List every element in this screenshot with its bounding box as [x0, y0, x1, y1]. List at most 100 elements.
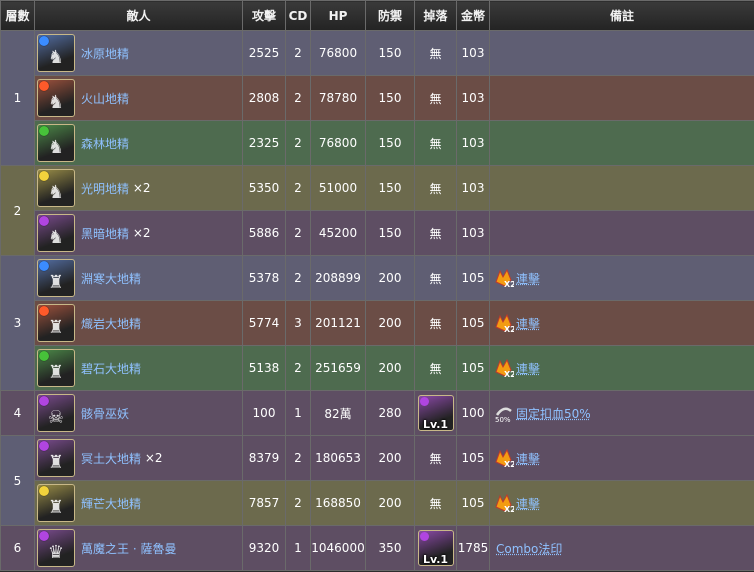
svg-text:X2: X2: [504, 280, 514, 288]
note-cell: X2 連擊: [489, 480, 754, 526]
defense-cell: 150: [365, 210, 415, 256]
monster-glyph: ☠: [47, 407, 65, 428]
floor-cell: 1: [0, 30, 35, 166]
hp-cell: 76800: [310, 30, 366, 76]
attribute-dark-icon: [39, 441, 49, 451]
note-link[interactable]: Combo法印: [496, 542, 562, 556]
gold-cell: 105: [456, 480, 490, 526]
monster-glyph: ♜: [47, 452, 65, 473]
table-row: ♞ 黑暗地精 ×2 5886 2 45200 150 無 103: [0, 210, 754, 256]
great-goblin-fire-icon[interactable]: ♜: [37, 304, 75, 342]
attribute-earth-icon: [39, 126, 49, 136]
enemy-name-link[interactable]: 熾岩大地精: [81, 317, 141, 331]
note-cell: Combo法印: [489, 525, 754, 571]
enemy-name-link[interactable]: 冥土大地精: [81, 452, 141, 466]
floor-cell: 6: [0, 525, 35, 571]
combo-x2-icon: X2: [494, 493, 516, 514]
table-row: 3 ♜ 淵寒大地精 5378 2 208899 200 無 105 X2 連擊: [0, 255, 754, 391]
drop-cell: 無: [414, 255, 457, 301]
cd-cell: 1: [285, 390, 311, 436]
attack-cell: 9320: [242, 525, 286, 571]
enemy-name-link[interactable]: 淵寒大地精: [81, 272, 141, 286]
note-link[interactable]: 固定扣血50%: [516, 407, 591, 421]
enemy-name-link[interactable]: 火山地精: [81, 92, 129, 106]
combo-x2-icon: X2: [494, 268, 516, 289]
note-link[interactable]: 連擊: [516, 272, 540, 286]
note-link[interactable]: 連擊: [516, 362, 540, 376]
cd-cell: 2: [285, 255, 311, 301]
stage-enemy-table: 層數 敵人 攻擊 CD HP 防禦 掉落 金幣 備註 1 ♞ 冰原地精 2525 2 76…: [0, 0, 754, 571]
defense-cell: 200: [365, 345, 415, 391]
great-goblin-earth-icon[interactable]: ♜: [37, 349, 75, 387]
hp-cell: 82萬: [310, 390, 366, 436]
drop-cell: 無: [414, 165, 457, 211]
enemy-name-link[interactable]: 骸骨巫妖: [81, 407, 129, 421]
enemy-name-link[interactable]: 森林地精: [81, 137, 129, 151]
enemy-name-link[interactable]: 萬魔之王 · 薩魯曼: [81, 542, 176, 556]
header-cd: CD: [285, 0, 311, 31]
note-link[interactable]: 連擊: [516, 497, 540, 511]
monster-glyph: ♞: [47, 182, 65, 203]
enemy-cell: ♞ 森林地精: [34, 120, 243, 166]
attack-cell: 5138: [242, 345, 286, 391]
cd-cell: 2: [285, 165, 311, 211]
saruman-drop-icon[interactable]: Lv.1: [417, 530, 454, 566]
goblin-light-icon[interactable]: ♞: [37, 169, 75, 207]
great-goblin-water-icon[interactable]: ♜: [37, 259, 75, 297]
attribute-dark-icon: [39, 396, 49, 406]
cd-cell: 2: [285, 435, 311, 481]
saruman-icon[interactable]: ♛: [37, 529, 75, 567]
table-row: 5 ♜ 冥土大地精 ×2 8379 2 180653 200 無 105 X2 連擊: [0, 435, 754, 526]
goblin-water-icon[interactable]: ♞: [37, 34, 75, 72]
lich-icon[interactable]: ☠: [37, 394, 75, 432]
enemy-cell: ♜ 熾岩大地精: [34, 300, 243, 346]
note-link[interactable]: 連擊: [516, 317, 540, 331]
note-link[interactable]: 連擊: [516, 452, 540, 466]
enemy-name-link[interactable]: 光明地精: [81, 182, 129, 196]
hp-cell: 1046000: [310, 525, 366, 571]
header-defense: 防禦: [365, 0, 415, 31]
goblin-earth-icon[interactable]: ♞: [37, 124, 75, 162]
header-notes: 備註: [489, 0, 754, 31]
svg-text:X2: X2: [504, 505, 514, 513]
enemy-name-link[interactable]: 黑暗地精: [81, 227, 129, 241]
header-gold: 金幣: [456, 0, 490, 31]
enemy-name-link[interactable]: 碧石大地精: [81, 362, 141, 376]
cd-cell: 2: [285, 480, 311, 526]
cd-cell: 2: [285, 30, 311, 76]
header-drop: 掉落: [414, 0, 457, 31]
great-goblin-dark-icon[interactable]: ♜: [37, 439, 75, 477]
attack-cell: 100: [242, 390, 286, 436]
defense-cell: 200: [365, 300, 415, 346]
defense-cell: 150: [365, 30, 415, 76]
enemy-name-link[interactable]: 輝芒大地精: [81, 497, 141, 511]
enemy-cell: ♜ 碧石大地精: [34, 345, 243, 391]
fixed-damage-50-icon: 50%: [494, 403, 514, 424]
hp-cell: 201121: [310, 300, 366, 346]
header-floor: 層數: [0, 0, 35, 31]
cd-cell: 2: [285, 210, 311, 256]
lich-drop-icon[interactable]: Lv.1: [417, 395, 454, 431]
enemy-name-link[interactable]: 冰原地精: [81, 47, 129, 61]
combo-x2-icon: X2: [494, 448, 516, 469]
floor-cell: 3: [0, 255, 35, 391]
enemy-cell: ♞ 光明地精 ×2: [34, 165, 243, 211]
defense-cell: 200: [365, 480, 415, 526]
drop-level-label: Lv.1: [422, 418, 449, 431]
gold-cell: 1785: [456, 525, 490, 571]
attribute-dark-icon: [39, 216, 49, 226]
goblin-fire-icon[interactable]: ♞: [37, 79, 75, 117]
note-cell: X2 連擊: [489, 435, 754, 481]
enemy-cell: ♞ 火山地精: [34, 75, 243, 121]
great-goblin-light-icon[interactable]: ♜: [37, 484, 75, 522]
floor-cell: 2: [0, 165, 35, 256]
goblin-dark-icon[interactable]: ♞: [37, 214, 75, 252]
drop-cell: 無: [414, 120, 457, 166]
note-cell: X2 連擊: [489, 300, 754, 346]
cd-cell: 2: [285, 120, 311, 166]
attack-cell: 7857: [242, 480, 286, 526]
defense-cell: 350: [365, 525, 415, 571]
note-cell: 50% 固定扣血50%: [489, 390, 754, 436]
table-row: ♜ 熾岩大地精 5774 3 201121 200 無 105 X2 連擊: [0, 300, 754, 346]
gold-cell: 103: [456, 165, 490, 211]
